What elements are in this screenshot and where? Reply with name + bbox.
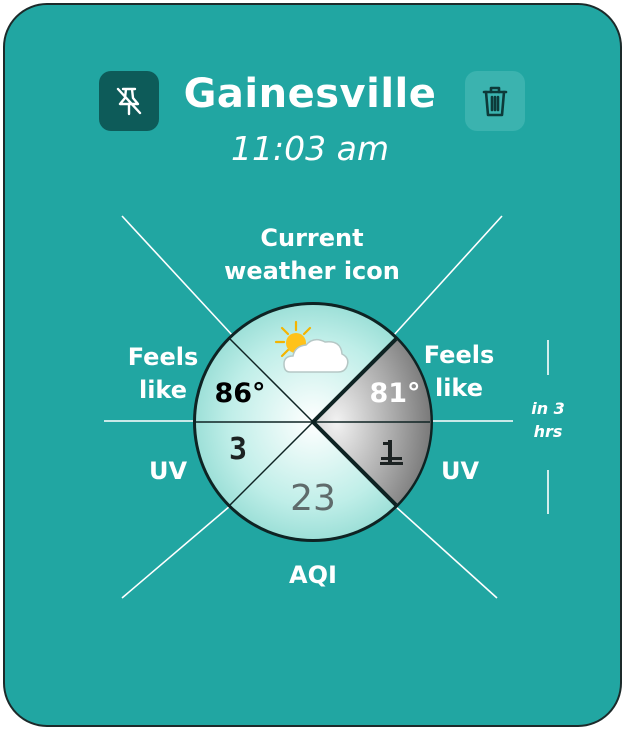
label-current-weather-icon: Current weather icon <box>224 224 400 285</box>
label-uv-future: UV <box>440 457 480 485</box>
label-aqi: AQI <box>289 561 337 589</box>
label-feels-like-current: Feels like <box>127 343 199 404</box>
label-uv-current: UV <box>148 457 188 485</box>
uv-current-value: 3 <box>228 432 248 467</box>
label-feels-like-future: Feels like <box>423 341 495 402</box>
feels-like-current-value: 86° <box>214 378 266 409</box>
dial-diagram <box>104 215 549 599</box>
aqi-value: 23 <box>290 478 336 519</box>
uv-future-value: 1 <box>376 432 406 446</box>
label-in-three-hours: in 3 hrs <box>531 399 565 441</box>
